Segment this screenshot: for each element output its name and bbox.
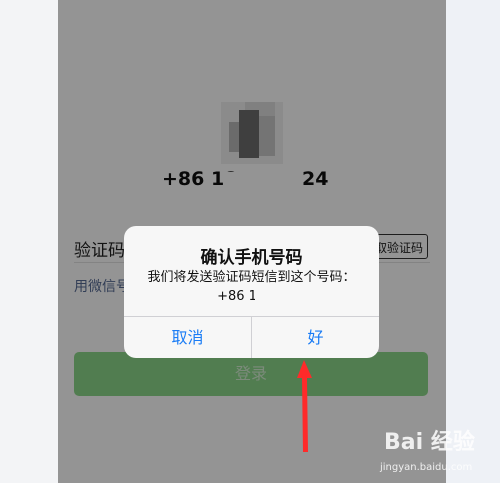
- dialog-phone-row: +86 18 24: [124, 285, 379, 304]
- ok-button[interactable]: 好: [252, 317, 379, 358]
- confirm-phone-dialog: 确认手机号码 我们将发送验证码短信到这个号码： +86 18 24 取消 好: [124, 226, 379, 358]
- dialog-title: 确认手机号码: [200, 248, 303, 268]
- right-margin: [446, 0, 500, 483]
- dialog-message: 我们将发送验证码短信到这个号码：: [147, 270, 356, 285]
- phone-screen: +86 18 24 验证码 取验证码 用微信号 登录 确认手机号码 我们将发送验…: [58, 0, 446, 483]
- cancel-button[interactable]: 取消: [124, 317, 251, 358]
- watermark-logo: Bai 经验: [384, 430, 475, 455]
- left-margin: [0, 0, 58, 483]
- watermark-url: jingyan.baidu.com: [380, 462, 473, 473]
- dialog-phone-redaction: [255, 286, 303, 300]
